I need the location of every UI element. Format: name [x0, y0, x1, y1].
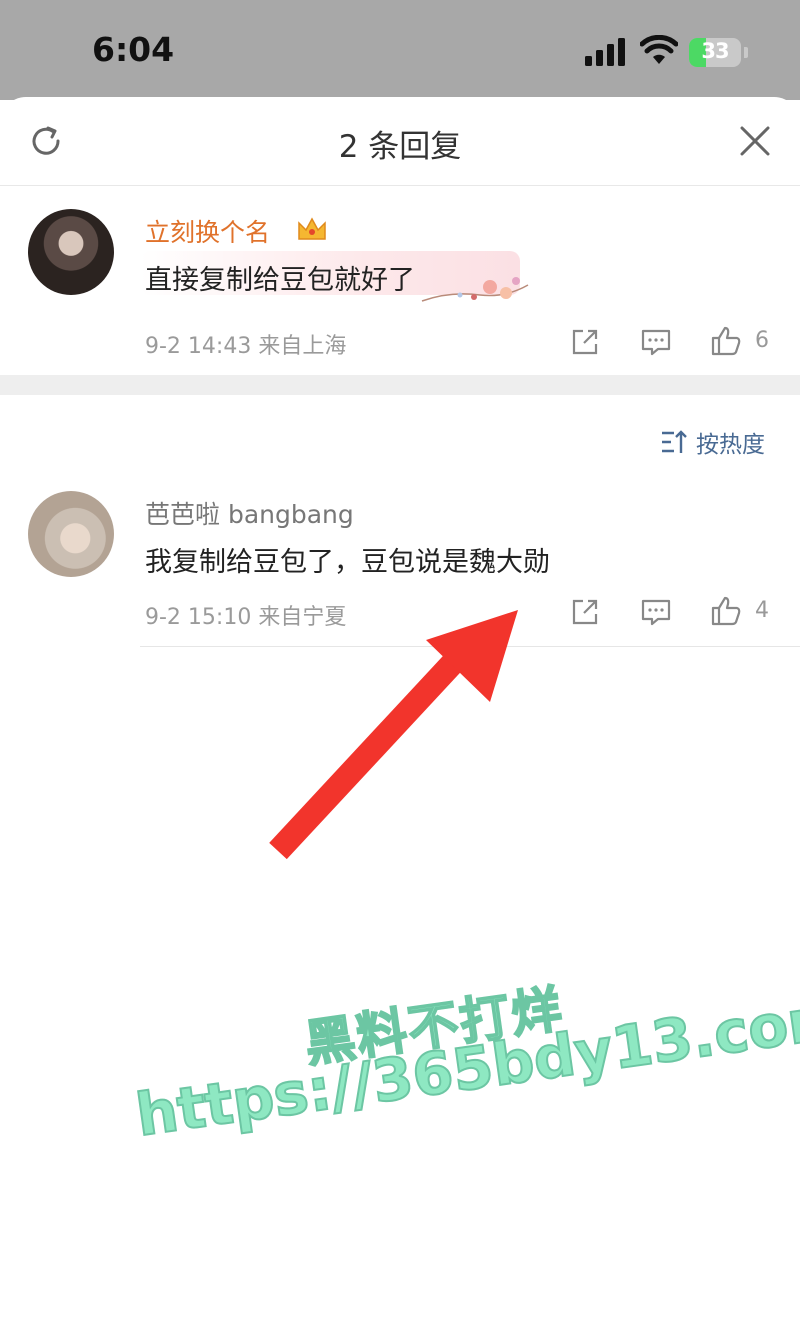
- crown-badge-icon: [298, 217, 326, 240]
- status-bar: 6:04 33: [0, 0, 800, 100]
- reply-separator: [140, 646, 800, 647]
- like-count: 4: [755, 598, 769, 623]
- sort-icon: [662, 430, 687, 453]
- reply-text: 我复制给豆包了，豆包说是魏大勋: [145, 547, 550, 578]
- reply-item: 芭芭啦 bangbang 我复制给豆包了，豆包说是魏大勋 9-2 15:10 来…: [0, 485, 800, 647]
- reply-username[interactable]: 芭芭啦 bangbang: [145, 495, 354, 531]
- comment-text: 直接复制给豆包就好了: [145, 265, 415, 296]
- status-time: 6:04: [92, 30, 175, 69]
- battery-icon: 33: [689, 38, 741, 67]
- sheet-header: 2 条回复: [0, 97, 800, 186]
- replies-sheet: 2 条回复 立刻换个名 直接复制给豆包就好了 9-2 14:43 来自上海 6 …: [0, 97, 800, 1331]
- comment-meta: 9-2 14:43 来自上海: [145, 334, 347, 359]
- cellular-signal-icon: [585, 38, 625, 66]
- comment-username[interactable]: 立刻换个名: [145, 213, 270, 249]
- sheet-title: 2 条回复: [338, 129, 462, 165]
- avatar[interactable]: [28, 491, 114, 577]
- top-comment: 立刻换个名 直接复制给豆包就好了 9-2 14:43 来自上海 6: [0, 185, 800, 375]
- sort-button[interactable]: 按热度: [660, 425, 765, 459]
- comment-icon[interactable]: [640, 596, 672, 628]
- share-icon[interactable]: [569, 596, 601, 628]
- wifi-icon: [640, 35, 678, 64]
- section-divider: [0, 375, 800, 395]
- like-icon[interactable]: [710, 325, 742, 357]
- share-icon[interactable]: [569, 326, 601, 358]
- flower-decoration-icon: [421, 277, 529, 302]
- comment-icon[interactable]: [640, 326, 672, 358]
- close-icon[interactable]: [738, 124, 772, 158]
- like-count: 6: [755, 328, 769, 353]
- like-icon[interactable]: [710, 595, 742, 627]
- reply-meta: 9-2 15:10 来自宁夏: [145, 605, 347, 630]
- sort-label: 按热度: [696, 432, 765, 458]
- battery-nub: [744, 47, 748, 58]
- battery-level: 33: [701, 39, 729, 63]
- avatar[interactable]: [28, 209, 114, 295]
